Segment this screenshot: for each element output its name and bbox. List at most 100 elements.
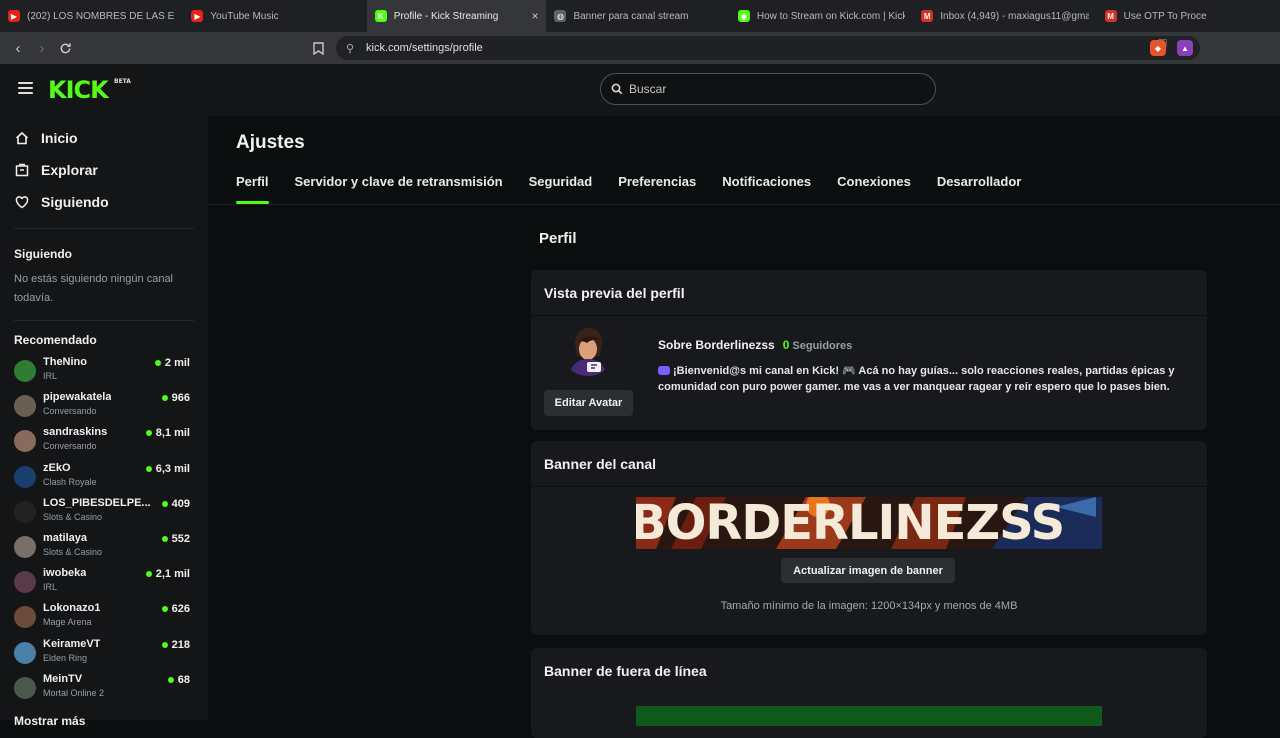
tab-favicon-icon: ◉ xyxy=(737,10,750,22)
search-icon xyxy=(611,83,623,95)
tab-conexiones[interactable]: Conexiones xyxy=(837,174,911,204)
channel-name: TheNino xyxy=(43,356,87,368)
edit-avatar-button[interactable]: Editar Avatar xyxy=(544,390,633,416)
search-input[interactable]: Buscar xyxy=(600,73,936,105)
sidebar-divider xyxy=(14,228,194,229)
browser-tab[interactable]: M Inbox (4,949) - maxiagus11@gmail.c xyxy=(913,0,1096,32)
channel-category: Conversando xyxy=(43,406,97,417)
site-header: KICK BETA Buscar xyxy=(0,64,1280,116)
card-heading: Banner de fuera de línea xyxy=(544,663,707,679)
tab-favicon-icon: ▶ xyxy=(191,10,204,22)
site-info-icon[interactable]: ⚲ xyxy=(346,42,358,55)
viewer-count-value: 218 xyxy=(171,638,190,651)
browser-tab[interactable]: K Profile - Kick Streaming × xyxy=(366,0,547,32)
channel-banner-card: Banner del canal BORDERLINEZSS Actualiza… xyxy=(531,441,1207,635)
show-more-link[interactable]: Mostrar más xyxy=(14,714,85,728)
tab-perfil[interactable]: Perfil xyxy=(236,174,269,204)
recommended-channel[interactable]: matilaya Slots & Casino 552 xyxy=(14,532,192,562)
close-tab-icon[interactable]: × xyxy=(531,9,538,23)
browser-tab[interactable]: ▶ YouTube Music xyxy=(183,0,366,32)
browser-tab[interactable]: ◍ Banner para canal stream xyxy=(546,0,729,32)
recommended-channel[interactable]: sandraskins Conversando 8,1 mil xyxy=(14,426,192,456)
card-heading: Banner del canal xyxy=(531,441,1207,487)
logo-text: KICK xyxy=(48,76,109,104)
viewer-count-value: 6,3 mil xyxy=(155,462,190,475)
channel-avatar xyxy=(14,395,36,418)
page-title: Ajustes xyxy=(236,132,305,153)
tab-title: Profile - Kick Streaming xyxy=(393,10,499,22)
home-icon xyxy=(14,131,29,146)
channel-name: MeinTV xyxy=(43,672,83,685)
recommended-channel[interactable]: LOS_PIBESDELPE... Slots & Casino 409 xyxy=(14,497,192,527)
recommended-channel[interactable]: zEkO Clash Royale 6,3 mil xyxy=(14,462,192,492)
live-dot-icon xyxy=(145,430,152,437)
brave-rewards-icon[interactable]: ▲ xyxy=(1177,40,1193,56)
channel-category: Elden Ring xyxy=(43,652,88,663)
live-dot-icon xyxy=(161,500,168,507)
reload-icon[interactable] xyxy=(53,36,77,60)
channel-name: matilaya xyxy=(43,532,88,544)
live-dot-icon xyxy=(154,360,161,366)
forward-icon[interactable]: › xyxy=(30,36,54,60)
browser-tab[interactable]: ◉ How to Stream on Kick.com | Kick.co xyxy=(730,0,913,32)
tab-desarrollador[interactable]: Desarrollador xyxy=(937,174,1022,204)
channel-category: Slots & Casino xyxy=(43,511,103,522)
update-banner-button[interactable]: Actualizar imagen de banner xyxy=(781,558,955,583)
recommended-channel[interactable]: iwobeka IRL 2,1 mil xyxy=(14,567,192,597)
viewer-count-value: 552 xyxy=(171,533,190,545)
about-heading: Sobre Borderlinezss 0 Seguidores xyxy=(658,338,852,352)
recommended-channel[interactable]: TheNino IRL 2 mil xyxy=(14,356,192,386)
channel-avatar xyxy=(14,641,36,664)
browser-tab[interactable]: ▶ (202) LOS NOMBRES DE LAS EMPRE xyxy=(0,0,183,32)
viewer-count-value: 409 xyxy=(171,497,190,510)
tab-title: Inbox (4,949) - maxiagus11@gmail.c xyxy=(940,10,1089,22)
recommended-channel[interactable]: KeirameVT Elden Ring 218 xyxy=(14,638,192,668)
channel-name: LOS_PIBESDELPE... xyxy=(43,496,151,509)
menu-icon[interactable] xyxy=(18,82,33,94)
viewer-count: 68 xyxy=(167,673,190,686)
channel-category: Conversando xyxy=(43,441,97,452)
brave-shield-icon[interactable]: ◆ xyxy=(1150,40,1166,56)
url-field[interactable]: ⚲ kick.com/settings/profile ⚿ ⇪ xyxy=(336,36,1200,60)
tab-notificaciones[interactable]: Notificaciones xyxy=(722,174,811,204)
tab-servidor[interactable]: Servidor y clave de retransmisión xyxy=(295,174,503,204)
channel-name: zEkO xyxy=(43,461,71,474)
viewer-count-value: 8,1 mil xyxy=(155,427,190,440)
recommended-channel[interactable]: MeinTV Mortal Online 2 68 xyxy=(14,673,192,703)
viewer-count: 2 mil xyxy=(154,357,190,369)
section-title: Perfil xyxy=(539,230,577,247)
tab-favicon-icon: ◍ xyxy=(554,10,567,22)
tab-title: (202) LOS NOMBRES DE LAS EMPRE xyxy=(27,10,175,22)
avatar xyxy=(561,322,615,376)
recommended-channel[interactable]: Lokonazo1 Mage Arena 626 xyxy=(14,602,192,632)
viewer-count-value: 68 xyxy=(177,673,190,686)
viewer-count-value: 626 xyxy=(171,603,190,616)
kick-logo[interactable]: KICK BETA xyxy=(48,76,131,104)
sidebar-item-inicio[interactable]: Inicio xyxy=(14,130,78,146)
tabs-divider xyxy=(208,204,1280,205)
sidebar-item-siguiendo[interactable]: Siguiendo xyxy=(14,194,109,210)
channel-name: sandraskins xyxy=(43,426,108,439)
banner-image: BORDERLINEZSS xyxy=(636,497,1102,549)
sidebar-item-explorar[interactable]: Explorar xyxy=(14,162,98,178)
live-dot-icon xyxy=(167,676,174,683)
bookmark-icon[interactable] xyxy=(306,36,330,60)
recommended-channel[interactable]: pipewakatela Conversando 966 xyxy=(14,391,192,421)
viewer-count: 409 xyxy=(161,497,190,510)
followers-label: Seguidores xyxy=(792,340,853,352)
live-dot-icon xyxy=(161,641,168,648)
tab-seguridad[interactable]: Seguridad xyxy=(529,174,593,204)
beta-badge: BETA xyxy=(114,78,131,85)
back-icon[interactable]: ‹ xyxy=(6,36,30,60)
browser-tab[interactable]: M Use OTP To Proce xyxy=(1097,0,1280,32)
channel-name: KeirameVT xyxy=(43,637,101,650)
url-text: kick.com/settings/profile xyxy=(366,42,483,54)
channel-avatar xyxy=(14,571,36,594)
live-dot-icon xyxy=(161,606,168,613)
tab-preferencias[interactable]: Preferencias xyxy=(618,174,696,204)
bio-content: ¡Bienvenid@s mi canal en Kick! 🎮 Acá no … xyxy=(658,365,1175,393)
bio-text: ¡Bienvenid@s mi canal en Kick! 🎮 Acá no … xyxy=(658,363,1193,395)
channel-category: Clash Royale xyxy=(43,476,97,487)
live-dot-icon xyxy=(145,465,152,472)
card-heading: Vista previa del perfil xyxy=(531,270,1207,316)
